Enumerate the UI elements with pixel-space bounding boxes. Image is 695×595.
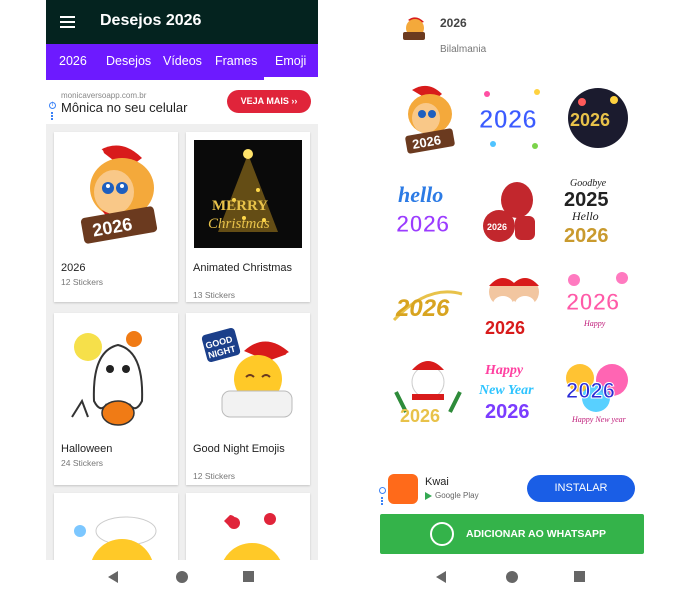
ad-options-icon xyxy=(51,112,53,120)
sticker-2026-confetti[interactable]: 2026 xyxy=(475,80,551,156)
svg-text:Happy New year: Happy New year xyxy=(571,415,627,424)
pony-sticker-thumbnail: 2026 xyxy=(80,145,158,244)
back-icon[interactable] xyxy=(436,571,446,583)
hamburger-menu-icon[interactable] xyxy=(60,16,75,28)
add-to-whatsapp-button[interactable]: ADICIONAR AO WHATSAPP xyxy=(380,514,644,554)
sticker-2026-gold[interactable]: 2026 xyxy=(390,264,466,340)
recent-apps-icon[interactable] xyxy=(574,571,585,582)
pack-count: 24 Stickers xyxy=(61,458,104,468)
svg-text:MERRY: MERRY xyxy=(212,198,268,214)
ad-app-name: Kwai xyxy=(425,476,449,488)
good-night-emoji-thumbnail: GOOD NIGHT xyxy=(201,327,295,418)
sticker-hello-2026[interactable]: hello 2026 xyxy=(390,172,466,248)
ad-options-icon xyxy=(381,497,383,505)
ad-headline: Mônica no seu celular xyxy=(61,100,188,115)
svg-text:2026: 2026 xyxy=(395,295,450,322)
tab-emoji[interactable]: Emoji xyxy=(275,54,306,68)
pack-name: Animated Christmas xyxy=(193,262,293,274)
left-screen: Desejos 2026 2026 Desejos Vídeos Frames … xyxy=(46,0,318,560)
svg-text:2026: 2026 xyxy=(487,222,507,232)
svg-text:2026: 2026 xyxy=(485,401,530,423)
pack-card-good-night-emojis[interactable]: GOOD NIGHT Good Night Emojis 12 Stickers xyxy=(186,313,310,485)
sticker-2026-fireworks[interactable]: 2026 xyxy=(560,80,636,156)
kwai-app-icon xyxy=(388,474,418,504)
svg-text:2025: 2025 xyxy=(564,189,609,211)
pack-card-partial[interactable] xyxy=(54,493,178,560)
right-navigation-bar xyxy=(378,563,648,591)
ad-banner[interactable]: i monicaversoapp.com.br Mônica no seu ce… xyxy=(46,80,318,124)
svg-text:Hello: Hello xyxy=(571,209,599,223)
right-screen: 2026 Bilalmania 2026 2026 2026 hello 202… xyxy=(378,0,648,560)
emoji-chef-thumbnail xyxy=(74,516,157,560)
pack-card-2026[interactable]: 2026 2026 12 Stickers xyxy=(54,132,178,302)
svg-text:2026: 2026 xyxy=(485,318,525,338)
svg-text:New Year: New Year xyxy=(478,383,534,398)
sticker-snowman-2026[interactable]: 2026 xyxy=(390,352,466,428)
pack-card-halloween[interactable]: Halloween 24 Stickers xyxy=(54,313,178,485)
svg-text:Goodbye: Goodbye xyxy=(570,178,607,189)
sticker-santa-couple-2026[interactable]: 2026 xyxy=(475,264,551,340)
tab-videos[interactable]: Vídeos xyxy=(163,54,202,68)
sticker-2026-pink-balloons[interactable]: 2026 Happy xyxy=(560,264,636,340)
svg-text:hello: hello xyxy=(398,182,443,207)
home-icon[interactable] xyxy=(176,571,188,583)
pack-author: Bilalmania xyxy=(440,44,487,55)
pack-card-partial[interactable] xyxy=(186,493,310,560)
ad-cta-label: VEJA MAIS xyxy=(240,96,289,106)
sticker-horse-ornament[interactable]: 2026 xyxy=(475,172,551,248)
tab-2026[interactable]: 2026 xyxy=(59,54,87,68)
svg-text:2026: 2026 xyxy=(400,406,440,426)
svg-text:2026: 2026 xyxy=(566,378,615,403)
app-bar: Desejos 2026 xyxy=(46,0,318,44)
left-navigation-bar xyxy=(46,563,318,591)
svg-text:Happy: Happy xyxy=(583,319,606,328)
pack-name: Good Night Emojis xyxy=(193,443,285,455)
pack-count: 13 Stickers xyxy=(193,290,236,300)
install-button[interactable]: INSTALAR xyxy=(527,475,635,502)
ad-url: monicaversoapp.com.br xyxy=(61,91,147,100)
app-title: Desejos 2026 xyxy=(100,12,202,29)
tab-frames[interactable]: Frames xyxy=(215,54,257,68)
ghost-sticker-thumbnail xyxy=(71,331,144,426)
ad-cta-button[interactable]: VEJA MAIS ›› xyxy=(227,90,311,113)
whatsapp-icon xyxy=(430,522,454,546)
pack-title: 2026 xyxy=(440,16,467,30)
svg-text:2026: 2026 xyxy=(570,110,610,130)
pack-name: 2026 xyxy=(61,262,86,274)
svg-text:Christmas: Christmas xyxy=(208,216,270,232)
svg-text:2026: 2026 xyxy=(396,211,449,238)
sticker-2026-paint-splash[interactable]: 2026 Happy New year xyxy=(560,352,636,428)
home-icon[interactable] xyxy=(506,571,518,583)
add-to-whatsapp-label: ADICIONAR AO WHATSAPP xyxy=(466,528,606,540)
svg-text:2026: 2026 xyxy=(566,289,619,316)
ad-info-icon[interactable]: i xyxy=(49,102,56,109)
emoji-hearts-thumbnail xyxy=(223,513,281,560)
google-play-icon xyxy=(425,491,432,500)
svg-text:Happy: Happy xyxy=(484,363,524,378)
sticker-goodbye-2025-hello-2026[interactable]: Goodbye 2025 Hello 2026 xyxy=(560,172,636,248)
pack-icon xyxy=(403,17,425,40)
pack-count: 12 Stickers xyxy=(193,471,236,481)
pack-count: 12 Stickers xyxy=(61,277,104,287)
tab-desejos[interactable]: Desejos xyxy=(106,54,151,68)
ad-info-icon[interactable] xyxy=(379,487,386,494)
sticker-pony-2026[interactable]: 2026 xyxy=(390,80,466,156)
back-icon[interactable] xyxy=(108,571,118,583)
google-play-label: Google Play xyxy=(425,491,479,500)
svg-text:2026: 2026 xyxy=(564,225,609,247)
pack-card-animated-christmas[interactable]: MERRY Christmas Animated Christmas 13 St… xyxy=(186,132,310,302)
sticker-happy-new-year-2026[interactable]: Happy New Year 2026 xyxy=(475,352,551,428)
recent-apps-icon[interactable] xyxy=(243,571,254,582)
ad-banner[interactable]: Kwai Google Play INSTALAR xyxy=(378,470,648,510)
svg-text:2026: 2026 xyxy=(479,104,537,134)
pack-name: Halloween xyxy=(61,443,113,455)
christmas-tree-thumbnail: MERRY Christmas xyxy=(194,140,302,248)
tab-bar: 2026 Desejos Vídeos Frames Emoji xyxy=(46,44,318,80)
